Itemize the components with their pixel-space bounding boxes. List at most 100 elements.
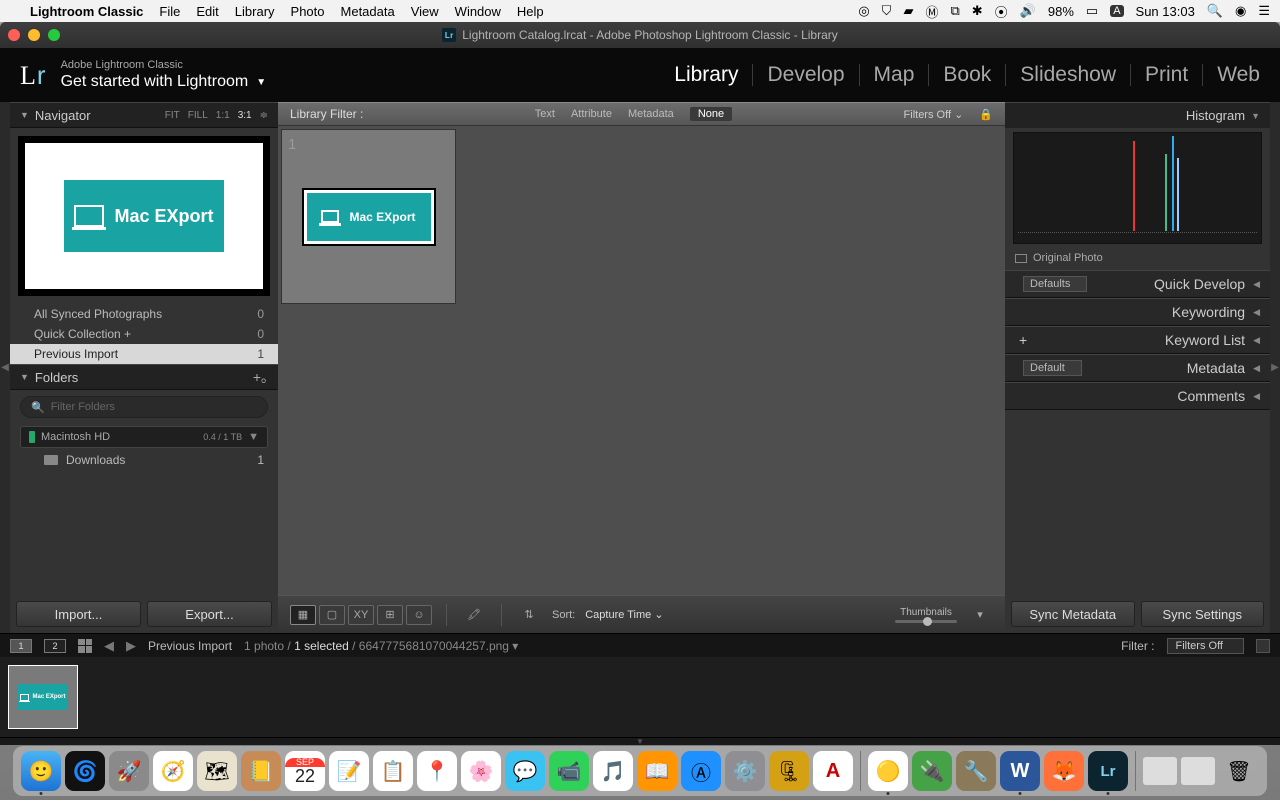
histogram-header[interactable]: Histogram▼ bbox=[1005, 102, 1270, 128]
nav-fwd[interactable]: ▶ bbox=[126, 638, 136, 654]
bluetooth-icon[interactable]: ✱ bbox=[972, 3, 983, 19]
main-window-button[interactable]: 1 bbox=[10, 639, 32, 653]
source-label[interactable]: Previous Import bbox=[148, 639, 232, 653]
sync-settings-button[interactable]: Sync Settings bbox=[1141, 601, 1265, 627]
comments-header[interactable]: Comments◀ bbox=[1005, 382, 1270, 410]
folders-header[interactable]: ▼Folders+｡ bbox=[10, 364, 278, 390]
compare-view-button[interactable]: XY bbox=[348, 605, 374, 625]
zoom-fill[interactable]: FILL bbox=[188, 110, 208, 121]
dock-utility[interactable]: 🔧 bbox=[956, 751, 996, 791]
folder-downloads[interactable]: Downloads1 bbox=[10, 450, 278, 470]
menu-photo[interactable]: Photo bbox=[291, 4, 325, 19]
right-collapse[interactable]: ▶ bbox=[1270, 102, 1280, 633]
filter-toggle[interactable] bbox=[1256, 639, 1270, 653]
module-web[interactable]: Web bbox=[1217, 63, 1260, 87]
dock-itunes[interactable]: 🎵 bbox=[593, 751, 633, 791]
drive-row[interactable]: Macintosh HD0.4 / 1 TB▼ bbox=[20, 426, 268, 448]
dock-android[interactable]: 🔌 bbox=[912, 751, 952, 791]
menu-metadata[interactable]: Metadata bbox=[341, 4, 395, 19]
cc-icon[interactable]: ◎ bbox=[858, 3, 869, 19]
grid-view-button[interactable]: ▦ bbox=[290, 605, 316, 625]
siri-icon[interactable]: ◉ bbox=[1235, 3, 1246, 19]
module-print[interactable]: Print bbox=[1145, 63, 1188, 87]
second-window-button[interactable]: 2 bbox=[44, 639, 66, 653]
dock-safari[interactable]: 🧭 bbox=[153, 751, 193, 791]
dock-launchpad[interactable]: 🚀 bbox=[109, 751, 149, 791]
a-icon[interactable]: A bbox=[1110, 5, 1123, 17]
menu-file[interactable]: File bbox=[159, 4, 180, 19]
clock[interactable]: Sun 13:03 bbox=[1136, 4, 1195, 19]
battery-icon[interactable]: ▭ bbox=[1086, 3, 1098, 19]
quick-develop-header[interactable]: DefaultsQuick Develop◀ bbox=[1005, 270, 1270, 298]
dock-recent2[interactable] bbox=[1181, 757, 1215, 785]
display-icon[interactable]: ▰ bbox=[903, 3, 913, 19]
zoom-3-1[interactable]: 3:1 bbox=[238, 110, 252, 121]
filter-none[interactable]: None bbox=[690, 107, 732, 121]
module-library[interactable]: Library bbox=[674, 63, 738, 87]
grid-shortcut-icon[interactable] bbox=[78, 639, 92, 653]
dock-autocad[interactable]: A bbox=[813, 751, 853, 791]
dock-photos[interactable]: 🌸 bbox=[461, 751, 501, 791]
metadata-preset-dropdown[interactable]: Default bbox=[1023, 360, 1082, 376]
zoom-1-1[interactable]: 1:1 bbox=[216, 110, 230, 121]
dock-facetime[interactable]: 📹 bbox=[549, 751, 589, 791]
grid-view[interactable]: 1 Mac EXport bbox=[278, 126, 1005, 595]
sort-dropdown[interactable]: Capture Time ⌄ bbox=[585, 608, 663, 621]
filmstrip-handle[interactable]: ▼ bbox=[0, 737, 1280, 745]
dock-chrome[interactable]: 🟡 bbox=[868, 751, 908, 791]
navigator-header[interactable]: ▼Navigator FIT FILL 1:1 3:1 ≑ bbox=[10, 102, 278, 128]
module-slideshow[interactable]: Slideshow bbox=[1020, 63, 1116, 87]
metadata-header[interactable]: DefaultMetadata◀ bbox=[1005, 354, 1270, 382]
folder-filter-input[interactable]: 🔍Filter Folders bbox=[20, 396, 268, 418]
shield-icon[interactable]: ⛉ bbox=[882, 3, 892, 19]
filmstrip-filter-dropdown[interactable]: Filters Off bbox=[1167, 638, 1244, 654]
people-view-button[interactable]: ☺ bbox=[406, 605, 432, 625]
histogram[interactable] bbox=[1013, 132, 1262, 244]
navigator-preview[interactable]: Mac EXport bbox=[18, 136, 270, 296]
filmstrip[interactable]: Mac EXport bbox=[0, 657, 1280, 737]
painter-tool[interactable]: 🖍 bbox=[461, 605, 487, 625]
menu-help[interactable]: Help bbox=[517, 4, 544, 19]
dock-messages[interactable]: 💬 bbox=[505, 751, 545, 791]
filmstrip-thumb-1[interactable]: Mac EXport bbox=[8, 665, 78, 729]
app-menu[interactable]: Lightroom Classic bbox=[30, 4, 143, 19]
dock-ibooks[interactable]: 📖 bbox=[637, 751, 677, 791]
dock-lightroom[interactable]: Lr bbox=[1088, 751, 1128, 791]
notifications-icon[interactable]: ☰ bbox=[1258, 3, 1270, 19]
menu-edit[interactable]: Edit bbox=[196, 4, 218, 19]
dock-maps[interactable]: 🗺 bbox=[197, 751, 237, 791]
m-icon[interactable]: Ⓜ bbox=[925, 2, 938, 21]
menu-window[interactable]: Window bbox=[455, 4, 501, 19]
import-button[interactable]: Import... bbox=[16, 601, 141, 627]
defaults-dropdown[interactable]: Defaults bbox=[1023, 276, 1087, 292]
dock-notes[interactable]: 📝 bbox=[329, 751, 369, 791]
sort-direction-button[interactable]: ⇅ bbox=[516, 605, 542, 625]
keywording-header[interactable]: Keywording◀ bbox=[1005, 298, 1270, 326]
filter-attribute[interactable]: Attribute bbox=[571, 108, 612, 120]
dock-maps2[interactable]: 📍 bbox=[417, 751, 457, 791]
thumbnail-size-slider[interactable]: Thumbnails bbox=[895, 607, 957, 623]
add-folder-button[interactable]: +｡ bbox=[253, 367, 268, 387]
dock-firefox[interactable]: 🦊 bbox=[1044, 751, 1084, 791]
nav-back[interactable]: ◀ bbox=[104, 638, 114, 654]
dock-contacts[interactable]: 📒 bbox=[241, 751, 281, 791]
filters-preset-dropdown[interactable]: Filters Off ⌄ bbox=[904, 108, 964, 121]
catalog-synced[interactable]: All Synced Photographs0 bbox=[10, 304, 278, 324]
export-button[interactable]: Export... bbox=[147, 601, 272, 627]
filter-metadata[interactable]: Metadata bbox=[628, 108, 674, 120]
toolbar-menu[interactable]: ▾ bbox=[967, 605, 993, 625]
dock-trash[interactable]: 🗑 bbox=[1219, 751, 1259, 791]
dock-word[interactable]: W bbox=[1000, 751, 1040, 791]
menu-library[interactable]: Library bbox=[235, 4, 275, 19]
add-keyword-button[interactable]: + bbox=[1019, 332, 1027, 348]
sync-metadata-button[interactable]: Sync Metadata bbox=[1011, 601, 1135, 627]
spotlight-icon[interactable]: 🔍 bbox=[1207, 3, 1223, 19]
airplay-icon[interactable]: ⧉ bbox=[950, 3, 959, 19]
keyword-list-header[interactable]: +Keyword List◀ bbox=[1005, 326, 1270, 354]
filter-text[interactable]: Text bbox=[535, 108, 555, 120]
catalog-quick[interactable]: Quick Collection +0 bbox=[10, 324, 278, 344]
zoom-fit[interactable]: FIT bbox=[165, 110, 180, 121]
wifi-icon[interactable]: ⦿ bbox=[995, 2, 1008, 21]
module-map[interactable]: Map bbox=[874, 63, 915, 87]
menu-view[interactable]: View bbox=[411, 4, 439, 19]
